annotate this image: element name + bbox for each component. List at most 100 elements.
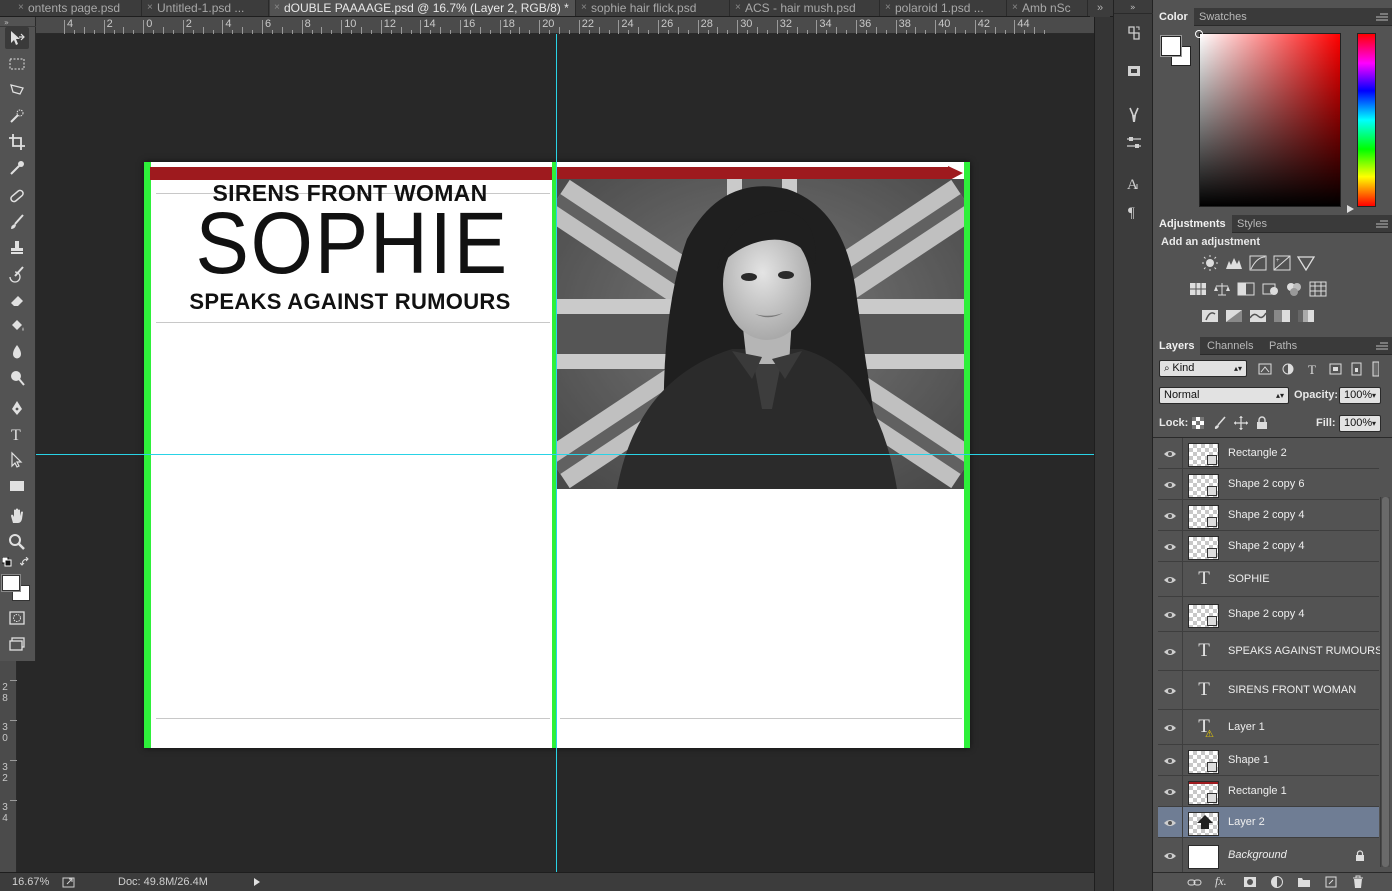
lock-position-icon[interactable]: [1234, 416, 1248, 430]
layer-name[interactable]: Layer 1: [1228, 710, 1265, 745]
tabs-overflow-button[interactable]: »: [1090, 0, 1110, 17]
text-layer-icon[interactable]: T: [1194, 679, 1214, 701]
lock-image-pixels-icon[interactable]: [1213, 416, 1227, 430]
opacity-field[interactable]: 100% ▾: [1339, 387, 1381, 404]
marquee-tool-icon[interactable]: [5, 53, 29, 75]
link-layers-icon[interactable]: [1187, 875, 1203, 891]
selective-color-icon[interactable]: [1273, 308, 1291, 324]
history-brush-tool-icon[interactable]: [5, 263, 29, 285]
lock-transparent-pixels-icon[interactable]: [1191, 416, 1205, 430]
eye-visibility-icon[interactable]: [1158, 671, 1182, 710]
layer-thumbnail[interactable]: [1188, 473, 1219, 498]
document-tab[interactable]: × Amb nSc: [1008, 0, 1088, 16]
layer-list[interactable]: Rectangle 2 Shape 2 copy 6 Shape 2 copy 4S…: [1153, 437, 1392, 872]
photo-filter-icon[interactable]: [1261, 281, 1279, 297]
filter-pixel-icon[interactable]: [1257, 361, 1273, 377]
document-tab[interactable]: × ACS - hair mush.psd: [731, 0, 880, 16]
hue-slider[interactable]: [1357, 33, 1376, 207]
text-layer-icon[interactable]: T: [1194, 640, 1214, 662]
layer-list-scroll-thumb[interactable]: [1382, 497, 1389, 867]
hue-saturation-icon[interactable]: [1189, 281, 1207, 297]
layer-name[interactable]: SOPHIE: [1228, 562, 1270, 597]
eye-visibility-icon[interactable]: [1158, 597, 1182, 632]
character-panel-icon[interactable]: A: [1122, 172, 1146, 194]
default-colors-icon[interactable]: [1, 556, 12, 567]
toolbar-grip[interactable]: »: [0, 17, 36, 27]
headline-main[interactable]: SOPHIE: [195, 200, 507, 287]
lasso-tool-icon[interactable]: [5, 79, 29, 101]
layer-name[interactable]: Shape 2 copy 4: [1228, 531, 1304, 562]
adjust-sliders-icon[interactable]: [1122, 132, 1146, 154]
guide-vertical[interactable]: [556, 34, 557, 872]
foreground-background-colors[interactable]: [2, 573, 32, 601]
blur-tool-icon[interactable]: [5, 341, 29, 363]
share-icon[interactable]: [62, 876, 76, 888]
canvas-area[interactable]: SIRENS FRONT WOMAN SOPHIE SPEAKS AGAINST…: [36, 34, 1094, 872]
document-canvas[interactable]: SIRENS FRONT WOMAN SOPHIE SPEAKS AGAINST…: [144, 162, 970, 748]
canvas-scrollbar-vertical[interactable]: [1094, 17, 1113, 891]
document-tab[interactable]: × sophie hair flick.psd: [577, 0, 730, 16]
history-panel-icon[interactable]: [1122, 22, 1146, 44]
eye-visibility-icon[interactable]: [1158, 562, 1182, 597]
panel-menu-icon[interactable]: [1376, 342, 1388, 350]
levels-icon[interactable]: [1225, 255, 1243, 271]
screen-mode-icon[interactable]: [5, 633, 29, 655]
invert-icon[interactable]: [1201, 308, 1219, 324]
document-size-info[interactable]: Doc: 49.8M/26.4M: [118, 876, 208, 888]
document-tab[interactable]: × polaroid 1.psd ...: [881, 0, 1007, 16]
layer-filter-dropdown[interactable]: ⌕ Kind ▴▾: [1159, 360, 1247, 377]
delete-layer-icon[interactable]: [1351, 875, 1365, 891]
layer-thumbnail[interactable]: [1188, 749, 1219, 774]
eye-visibility-icon[interactable]: [1158, 632, 1182, 671]
close-tab-icon[interactable]: ×: [1012, 0, 1018, 16]
layer-name[interactable]: Shape 2 copy 4: [1228, 500, 1304, 531]
close-tab-icon[interactable]: ×: [735, 0, 741, 16]
layer-row[interactable]: Shape 2 copy 4: [1158, 500, 1379, 531]
tab-layers[interactable]: Layers: [1153, 337, 1201, 355]
brush-tool-icon[interactable]: [5, 211, 29, 233]
layer-row[interactable]: T SIRENS FRONT WOMAN: [1158, 671, 1379, 710]
curves-icon[interactable]: [1249, 255, 1267, 271]
smart-object-thumbnail[interactable]: [1188, 811, 1219, 836]
hand-tool-icon[interactable]: [5, 505, 29, 527]
eye-visibility-icon[interactable]: [1158, 438, 1182, 469]
layer-name[interactable]: Background: [1228, 838, 1287, 872]
eye-visibility-icon[interactable]: [1158, 469, 1182, 500]
crop-tool-icon[interactable]: [5, 131, 29, 153]
eye-visibility-icon[interactable]: [1158, 710, 1182, 745]
layer-name[interactable]: Shape 2 copy 4: [1228, 597, 1304, 632]
cover-photo[interactable]: [557, 179, 964, 489]
tab-adjustments[interactable]: Adjustments: [1153, 215, 1232, 233]
properties-panel-icon[interactable]: [1122, 60, 1146, 82]
panel-menu-icon[interactable]: [1376, 220, 1388, 228]
eye-visibility-icon[interactable]: [1158, 807, 1182, 838]
layer-name[interactable]: SPEAKS AGAINST RUMOURS: [1228, 632, 1382, 671]
eye-visibility-icon[interactable]: [1158, 500, 1182, 531]
layer-thumbnail[interactable]: [1188, 504, 1219, 529]
eraser-tool-icon[interactable]: [5, 289, 29, 311]
document-tab[interactable]: × ontents page.psd: [14, 0, 142, 16]
dodge-tool-icon[interactable]: [5, 367, 29, 389]
threshold-icon[interactable]: [1249, 308, 1267, 324]
add-mask-icon[interactable]: [1243, 875, 1257, 891]
guide-horizontal[interactable]: [36, 454, 1094, 455]
type-tool-icon[interactable]: T: [5, 423, 29, 445]
layer-row[interactable]: T SPEAKS AGAINST RUMOURS: [1158, 632, 1382, 671]
color-field[interactable]: [1199, 33, 1341, 207]
layer-thumbnail[interactable]: [1188, 844, 1219, 869]
color-panel-swatches[interactable]: [1161, 36, 1195, 70]
quick-selection-tool-icon[interactable]: [5, 105, 29, 127]
posterize-icon[interactable]: [1225, 308, 1243, 324]
move-tool-icon[interactable]: [5, 27, 29, 49]
brightness-contrast-icon[interactable]: [1201, 255, 1219, 271]
eye-visibility-icon[interactable]: [1158, 531, 1182, 562]
filter-shape-icon[interactable]: [1326, 361, 1342, 377]
filter-smart-object-icon[interactable]: [1349, 361, 1365, 377]
tab-styles[interactable]: Styles: [1231, 215, 1273, 233]
new-layer-icon[interactable]: [1324, 875, 1338, 891]
panel-menu-icon[interactable]: [1376, 13, 1388, 21]
layer-row[interactable]: Shape 2 copy 4: [1158, 597, 1379, 632]
layer-thumbnail[interactable]: [1188, 442, 1219, 467]
foreground-color-swatch[interactable]: [2, 575, 20, 591]
brush-presets-icon[interactable]: [1122, 104, 1146, 126]
